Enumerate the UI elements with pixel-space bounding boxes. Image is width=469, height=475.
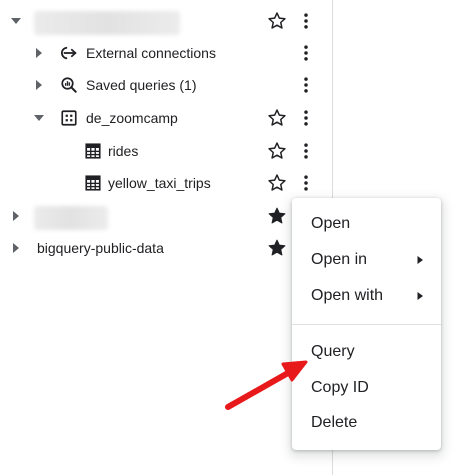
tree-row-label[interactable]: Saved queries (1) [86,69,197,101]
tree-row-external-connections[interactable]: External connections [0,37,332,69]
external-connection-icon [60,44,78,62]
expand-arrow-icon[interactable] [7,239,25,257]
tree-row-public-data[interactable]: bigquery-public-data [0,232,332,264]
star-outline-icon[interactable] [267,108,287,128]
tree-row-label[interactable]: External connections [86,37,216,69]
menu-item-query[interactable]: Query [292,334,441,370]
saved-query-icon [60,76,78,94]
expand-arrow-icon[interactable] [30,44,48,62]
more-vert-icon[interactable] [296,108,316,128]
star-outline-icon[interactable] [267,173,287,193]
menu-item-label: Open with [311,287,384,304]
star-filled-icon[interactable] [267,238,287,258]
tree-row-project-1[interactable] [0,5,332,37]
submenu-arrow-icon [417,292,423,300]
more-vert-icon[interactable] [296,43,316,63]
tree-row-label[interactable]: de_zoomcamp [86,102,178,134]
star-filled-icon[interactable] [267,206,287,226]
expand-arrow-icon[interactable] [30,76,48,94]
tree-row-table-yellow-taxi-trips[interactable]: yellow_taxi_trips [0,167,332,199]
menu-item-label: Open in [311,251,368,268]
submenu-arrow-icon [417,256,423,264]
expand-arrow-icon[interactable] [7,12,25,30]
menu-item-label: Delete [311,414,358,431]
menu-item-open-with[interactable]: Open with [292,278,441,314]
expand-arrow-icon[interactable] [7,207,25,225]
menu-item-open[interactable]: Open [292,206,441,242]
tree-row-saved-queries[interactable]: Saved queries (1) [0,69,332,101]
context-menu: Open Open in Open with Query Copy ID Del… [292,198,441,450]
redacted-project-name [34,206,108,230]
menu-item-open-in[interactable]: Open in [292,242,441,278]
menu-item-label: Open [311,215,351,232]
more-vert-icon[interactable] [296,75,316,95]
expand-arrow-icon[interactable] [30,109,48,127]
star-outline-icon[interactable] [267,141,287,161]
tree-row-label[interactable]: bigquery-public-data [37,232,164,264]
menu-item-delete[interactable]: Delete [292,405,441,441]
menu-separator [292,324,441,325]
tree-row-label[interactable]: rides [108,135,138,167]
table-icon [84,142,102,160]
more-vert-icon[interactable] [296,141,316,161]
redacted-project-name [34,11,180,35]
tree-row-project-2[interactable] [0,200,332,232]
menu-item-label: Copy ID [311,379,369,396]
tree-row-dataset[interactable]: de_zoomcamp [0,102,332,134]
menu-item-label: Query [311,343,355,360]
star-outline-icon[interactable] [267,11,287,31]
tree-row-label[interactable]: yellow_taxi_trips [108,167,211,199]
table-icon [84,174,102,192]
more-vert-icon[interactable] [296,11,316,31]
menu-item-copy-id[interactable]: Copy ID [292,370,441,406]
more-vert-icon[interactable] [296,173,316,193]
dataset-icon [60,109,78,127]
tree-row-table-rides[interactable]: rides [0,135,332,167]
